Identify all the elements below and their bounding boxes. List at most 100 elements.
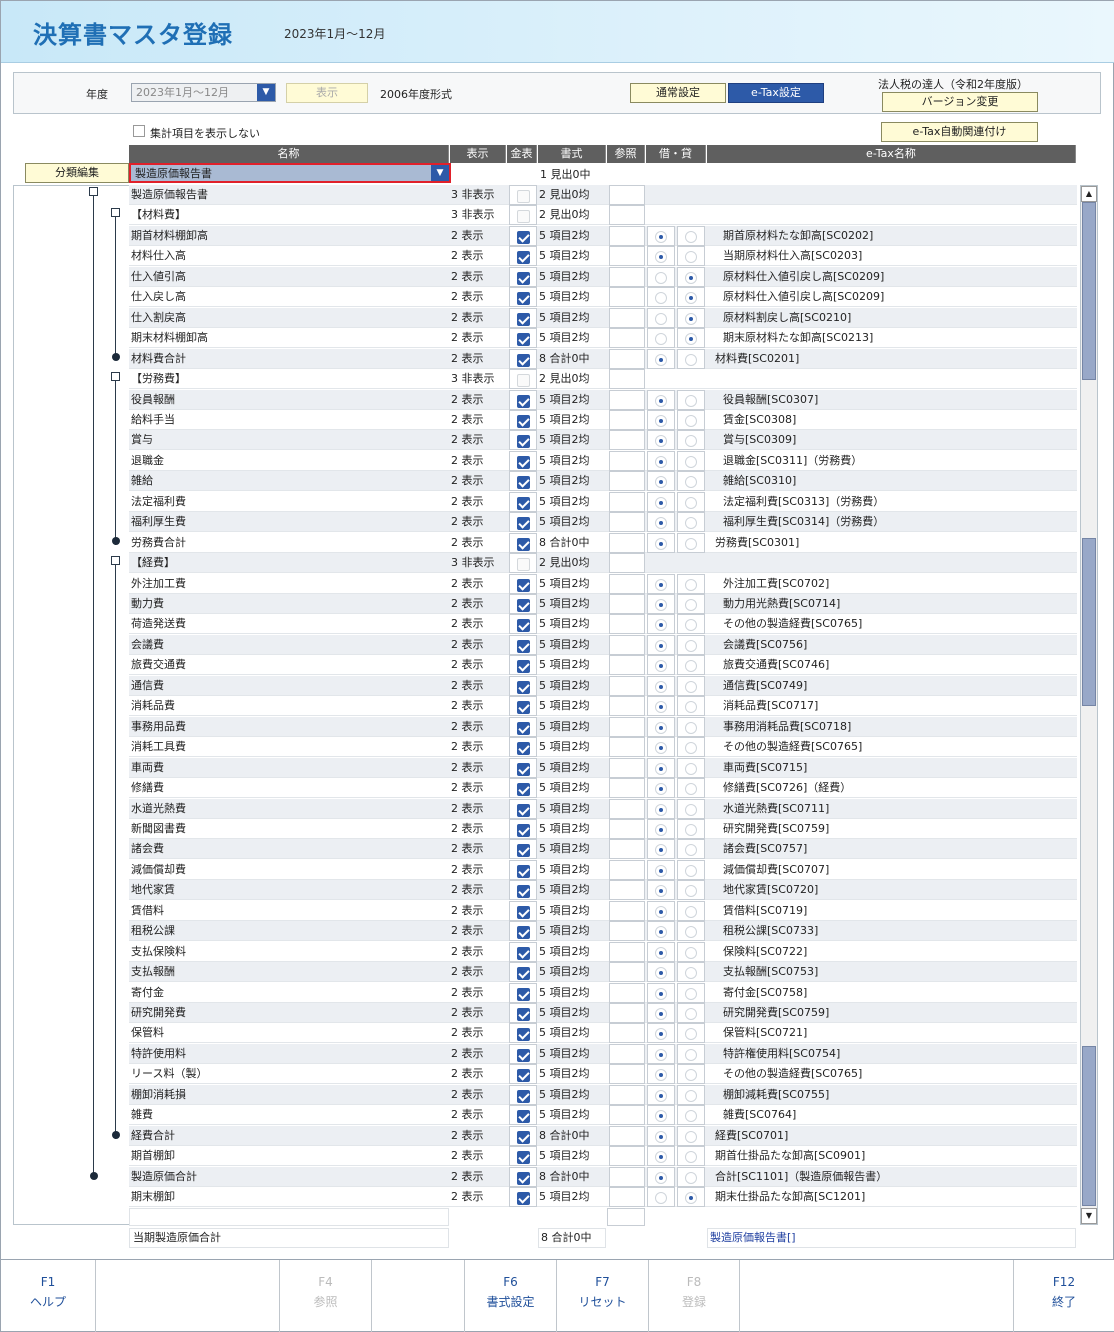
row-etax-name[interactable]: 材料費[SC0201] — [709, 349, 1075, 369]
row-credit-cell[interactable] — [677, 982, 705, 1003]
row-etax-name[interactable]: 期末原材料たな卸高[SC0213] — [709, 328, 1075, 348]
row-etax-name[interactable]: 水道光熱費[SC0711] — [709, 799, 1075, 819]
row-ref-cell[interactable] — [609, 962, 645, 983]
row-ref-cell[interactable] — [609, 900, 645, 921]
row-format[interactable]: 5 項目2均 — [539, 246, 607, 266]
debit-radio[interactable] — [655, 394, 667, 407]
table-row[interactable]: 【経費】 3 非表示 2 見出0均 — [129, 553, 1077, 574]
table-row[interactable]: 研究開発費 2 表示 5 項目2均 研究開発費[SC0759] — [129, 1003, 1077, 1023]
kinpyo-checkbox[interactable] — [517, 190, 530, 203]
row-debit-cell[interactable] — [647, 594, 675, 614]
table-row[interactable]: 【材料費】 3 非表示 2 見出0均 — [129, 205, 1077, 226]
table-row[interactable]: 動力費 2 表示 5 項目2均 動力用光熱費[SC0714] — [129, 594, 1077, 614]
kinpyo-checkbox[interactable] — [517, 1069, 530, 1083]
row-kinpyo-cell[interactable] — [509, 839, 537, 860]
credit-radio[interactable] — [685, 251, 697, 264]
row-format[interactable]: 5 項目2均 — [539, 655, 607, 675]
row-credit-cell[interactable] — [677, 409, 705, 430]
row-etax-name[interactable]: 経費[SC0701] — [709, 1126, 1075, 1146]
row-display[interactable]: 2 表示 — [451, 574, 507, 594]
kinpyo-checkbox[interactable] — [517, 353, 530, 367]
credit-radio[interactable] — [685, 721, 697, 734]
row-kinpyo-cell[interactable] — [509, 941, 537, 962]
row-display[interactable]: 2 表示 — [451, 921, 507, 941]
report-select[interactable]: 製造原価報告書 ▼ — [129, 163, 451, 183]
scroll-thumb-3[interactable] — [1082, 1046, 1096, 1206]
row-credit-cell[interactable] — [677, 655, 705, 676]
row-display[interactable]: 2 表示 — [451, 983, 507, 1003]
row-display[interactable]: 2 表示 — [451, 778, 507, 798]
kinpyo-checkbox[interactable] — [517, 905, 530, 919]
row-display[interactable]: 2 表示 — [451, 717, 507, 737]
row-format[interactable]: 2 見出0均 — [539, 205, 607, 225]
row-format[interactable]: 5 項目2均 — [539, 921, 607, 941]
scroll-thumb[interactable] — [1082, 202, 1096, 380]
debit-radio[interactable] — [655, 312, 667, 325]
kinpyo-checkbox[interactable] — [517, 537, 530, 551]
tab-etax-settings[interactable]: e-Tax設定 — [728, 83, 824, 103]
row-display[interactable]: 3 非表示 — [451, 205, 507, 225]
kinpyo-checkbox[interactable] — [517, 1192, 530, 1206]
row-etax-name[interactable]: 車両費[SC0715] — [709, 758, 1075, 778]
debit-radio[interactable] — [655, 517, 667, 530]
kinpyo-checkbox[interactable] — [517, 271, 530, 285]
row-format[interactable]: 5 項目2均 — [539, 696, 607, 716]
table-row[interactable]: 修繕費 2 表示 5 項目2均 修繕費[SC0726]（経費） — [129, 778, 1077, 799]
row-ref-cell[interactable] — [609, 696, 645, 717]
debit-radio[interactable] — [655, 885, 667, 898]
row-ref-cell[interactable] — [609, 880, 645, 901]
row-format[interactable]: 5 項目2均 — [539, 983, 607, 1003]
table-row[interactable]: 期首材料棚卸高 2 表示 5 項目2均 期首原材料たな卸高[SC0202] — [129, 225, 1077, 246]
table-row[interactable]: 寄付金 2 表示 5 項目2均 寄付金[SC0758] — [129, 982, 1077, 1003]
row-credit-cell[interactable] — [677, 450, 705, 471]
row-credit-cell[interactable] — [677, 1125, 705, 1146]
row-debit-cell[interactable] — [647, 1105, 675, 1126]
row-debit-cell[interactable] — [647, 389, 675, 410]
table-row[interactable]: 賃借料 2 表示 5 項目2均 賃借料[SC0719] — [129, 900, 1077, 921]
row-etax-name[interactable]: 保管料[SC0721] — [709, 1023, 1075, 1043]
row-display[interactable]: 2 表示 — [451, 1187, 507, 1207]
debit-radio[interactable] — [655, 721, 667, 734]
credit-radio[interactable] — [685, 455, 697, 468]
credit-radio[interactable] — [685, 823, 697, 836]
row-ref-cell[interactable] — [609, 1187, 645, 1208]
row-debit-cell[interactable] — [647, 287, 675, 308]
debit-radio[interactable] — [655, 742, 667, 755]
tree-node-expense[interactable] — [111, 556, 120, 565]
kinpyo-checkbox[interactable] — [517, 1130, 530, 1144]
row-etax-name[interactable]: 賃借料[SC0719] — [709, 901, 1075, 921]
row-ref-cell[interactable] — [609, 1146, 645, 1167]
row-etax-name[interactable]: 棚卸減耗費[SC0755] — [709, 1085, 1075, 1105]
row-format[interactable]: 8 合計0中 — [539, 1167, 607, 1187]
table-row[interactable]: 特許使用料 2 表示 5 項目2均 特許権使用料[SC0754] — [129, 1043, 1077, 1064]
row-format[interactable]: 5 項目2均 — [539, 717, 607, 737]
kinpyo-checkbox[interactable] — [517, 1110, 530, 1124]
credit-radio[interactable] — [685, 435, 697, 448]
row-etax-name[interactable]: 期首原材料たな卸高[SC0202] — [709, 226, 1075, 246]
debit-radio[interactable] — [655, 1151, 667, 1164]
debit-radio[interactable] — [655, 639, 667, 652]
row-ref-cell[interactable] — [609, 1064, 645, 1085]
credit-radio[interactable] — [685, 1130, 697, 1143]
debit-radio[interactable] — [655, 1069, 667, 1082]
row-kinpyo-cell[interactable] — [509, 246, 537, 267]
row-ref-cell[interactable] — [609, 982, 645, 1003]
table-row[interactable]: 材料仕入高 2 表示 5 項目2均 当期原材料仕入高[SC0203] — [129, 246, 1077, 267]
row-ref-cell[interactable] — [609, 1023, 645, 1044]
credit-radio[interactable] — [685, 1008, 697, 1020]
row-format[interactable]: 5 項目2均 — [539, 1064, 607, 1084]
row-display[interactable]: 2 表示 — [451, 410, 507, 430]
kinpyo-checkbox[interactable] — [517, 926, 530, 940]
row-etax-name[interactable]: 研究開発費[SC0759] — [709, 1003, 1075, 1023]
row-display[interactable]: 2 表示 — [451, 492, 507, 512]
debit-radio[interactable] — [655, 230, 667, 243]
row-display[interactable]: 2 表示 — [451, 737, 507, 757]
scroll-thumb-2[interactable] — [1082, 538, 1096, 706]
debit-radio[interactable] — [655, 1192, 667, 1205]
row-etax-name[interactable]: 支払報酬[SC0753] — [709, 962, 1075, 982]
row-etax-name[interactable]: 諸会費[SC0757] — [709, 839, 1075, 859]
credit-radio[interactable] — [685, 701, 697, 714]
credit-radio[interactable] — [685, 926, 697, 939]
row-kinpyo-cell[interactable] — [509, 1043, 537, 1064]
row-ref-cell[interactable] — [609, 1125, 645, 1146]
